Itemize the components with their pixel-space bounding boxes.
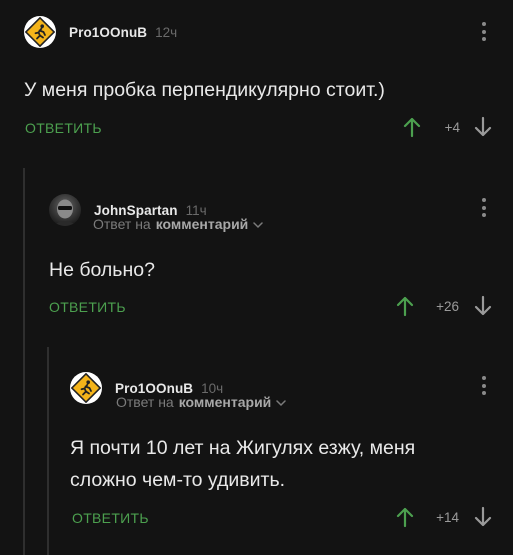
comment-text-line: У меня пробка перпендикулярно стоит.) [24, 79, 385, 101]
comment-text-line: сложно чем-то удивить. [70, 469, 286, 491]
downvote-arrow-icon[interactable] [474, 506, 492, 533]
downvote-arrow-icon[interactable] [474, 116, 492, 143]
chevron-down-icon[interactable] [253, 216, 264, 232]
running-man-sign-icon[interactable] [70, 372, 102, 404]
comment-1: Pro1OOnuB 12ч У меня пробка перпендикуля… [0, 0, 513, 160]
upvote-arrow-icon[interactable] [403, 116, 421, 143]
comment-2: JohnSpartan 11ч Ответ на комментарий Не … [25, 170, 513, 330]
reply-button[interactable]: ОТВЕТИТЬ [72, 510, 149, 526]
timestamp[interactable]: 12ч [155, 25, 177, 40]
comment-text: Не больно? [49, 254, 489, 286]
comment-header: Pro1OOnuB 12ч [24, 16, 177, 48]
username[interactable]: Pro1OOnuB [69, 25, 147, 40]
comment-thread: Pro1OOnuB 12ч У меня пробка перпендикуля… [0, 0, 513, 555]
rating-count: +26 [436, 299, 459, 314]
user-avatar[interactable] [49, 194, 81, 226]
upvote-arrow-icon[interactable] [396, 506, 414, 533]
reply-button[interactable]: ОТВЕТИТЬ [49, 299, 126, 315]
comment-text-line: Я почти 10 лет на Жигулях езжу, меня [70, 437, 416, 459]
comment-text-line: Не больно? [49, 259, 155, 281]
reply-to: Ответ на комментарий [93, 216, 264, 232]
reply-to-prefix: Ответ на [93, 216, 151, 232]
reply-to-link[interactable]: комментарий [156, 216, 249, 232]
comment-text: Я почти 10 лет на Жигулях езжу, меня сло… [70, 432, 500, 496]
rating-count: +4 [444, 120, 460, 135]
reply-to-link[interactable]: комментарий [179, 394, 272, 410]
comment-text: У меня пробка перпендикулярно стоит.) [24, 74, 494, 106]
more-options-icon[interactable] [481, 198, 487, 217]
rating-count: +14 [436, 510, 459, 525]
downvote-arrow-icon[interactable] [474, 295, 492, 322]
reply-to: Ответ на комментарий [116, 394, 287, 410]
reply-to-prefix: Ответ на [116, 394, 174, 410]
upvote-arrow-icon[interactable] [396, 295, 414, 322]
comment-3: Pro1OOnuB 10ч Ответ на комментарий Я поч… [49, 350, 513, 555]
more-options-icon[interactable] [481, 22, 487, 41]
reply-button[interactable]: ОТВЕТИТЬ [25, 120, 102, 136]
more-options-icon[interactable] [481, 376, 487, 395]
chevron-down-icon[interactable] [276, 394, 287, 410]
running-man-sign-icon[interactable] [24, 16, 56, 48]
